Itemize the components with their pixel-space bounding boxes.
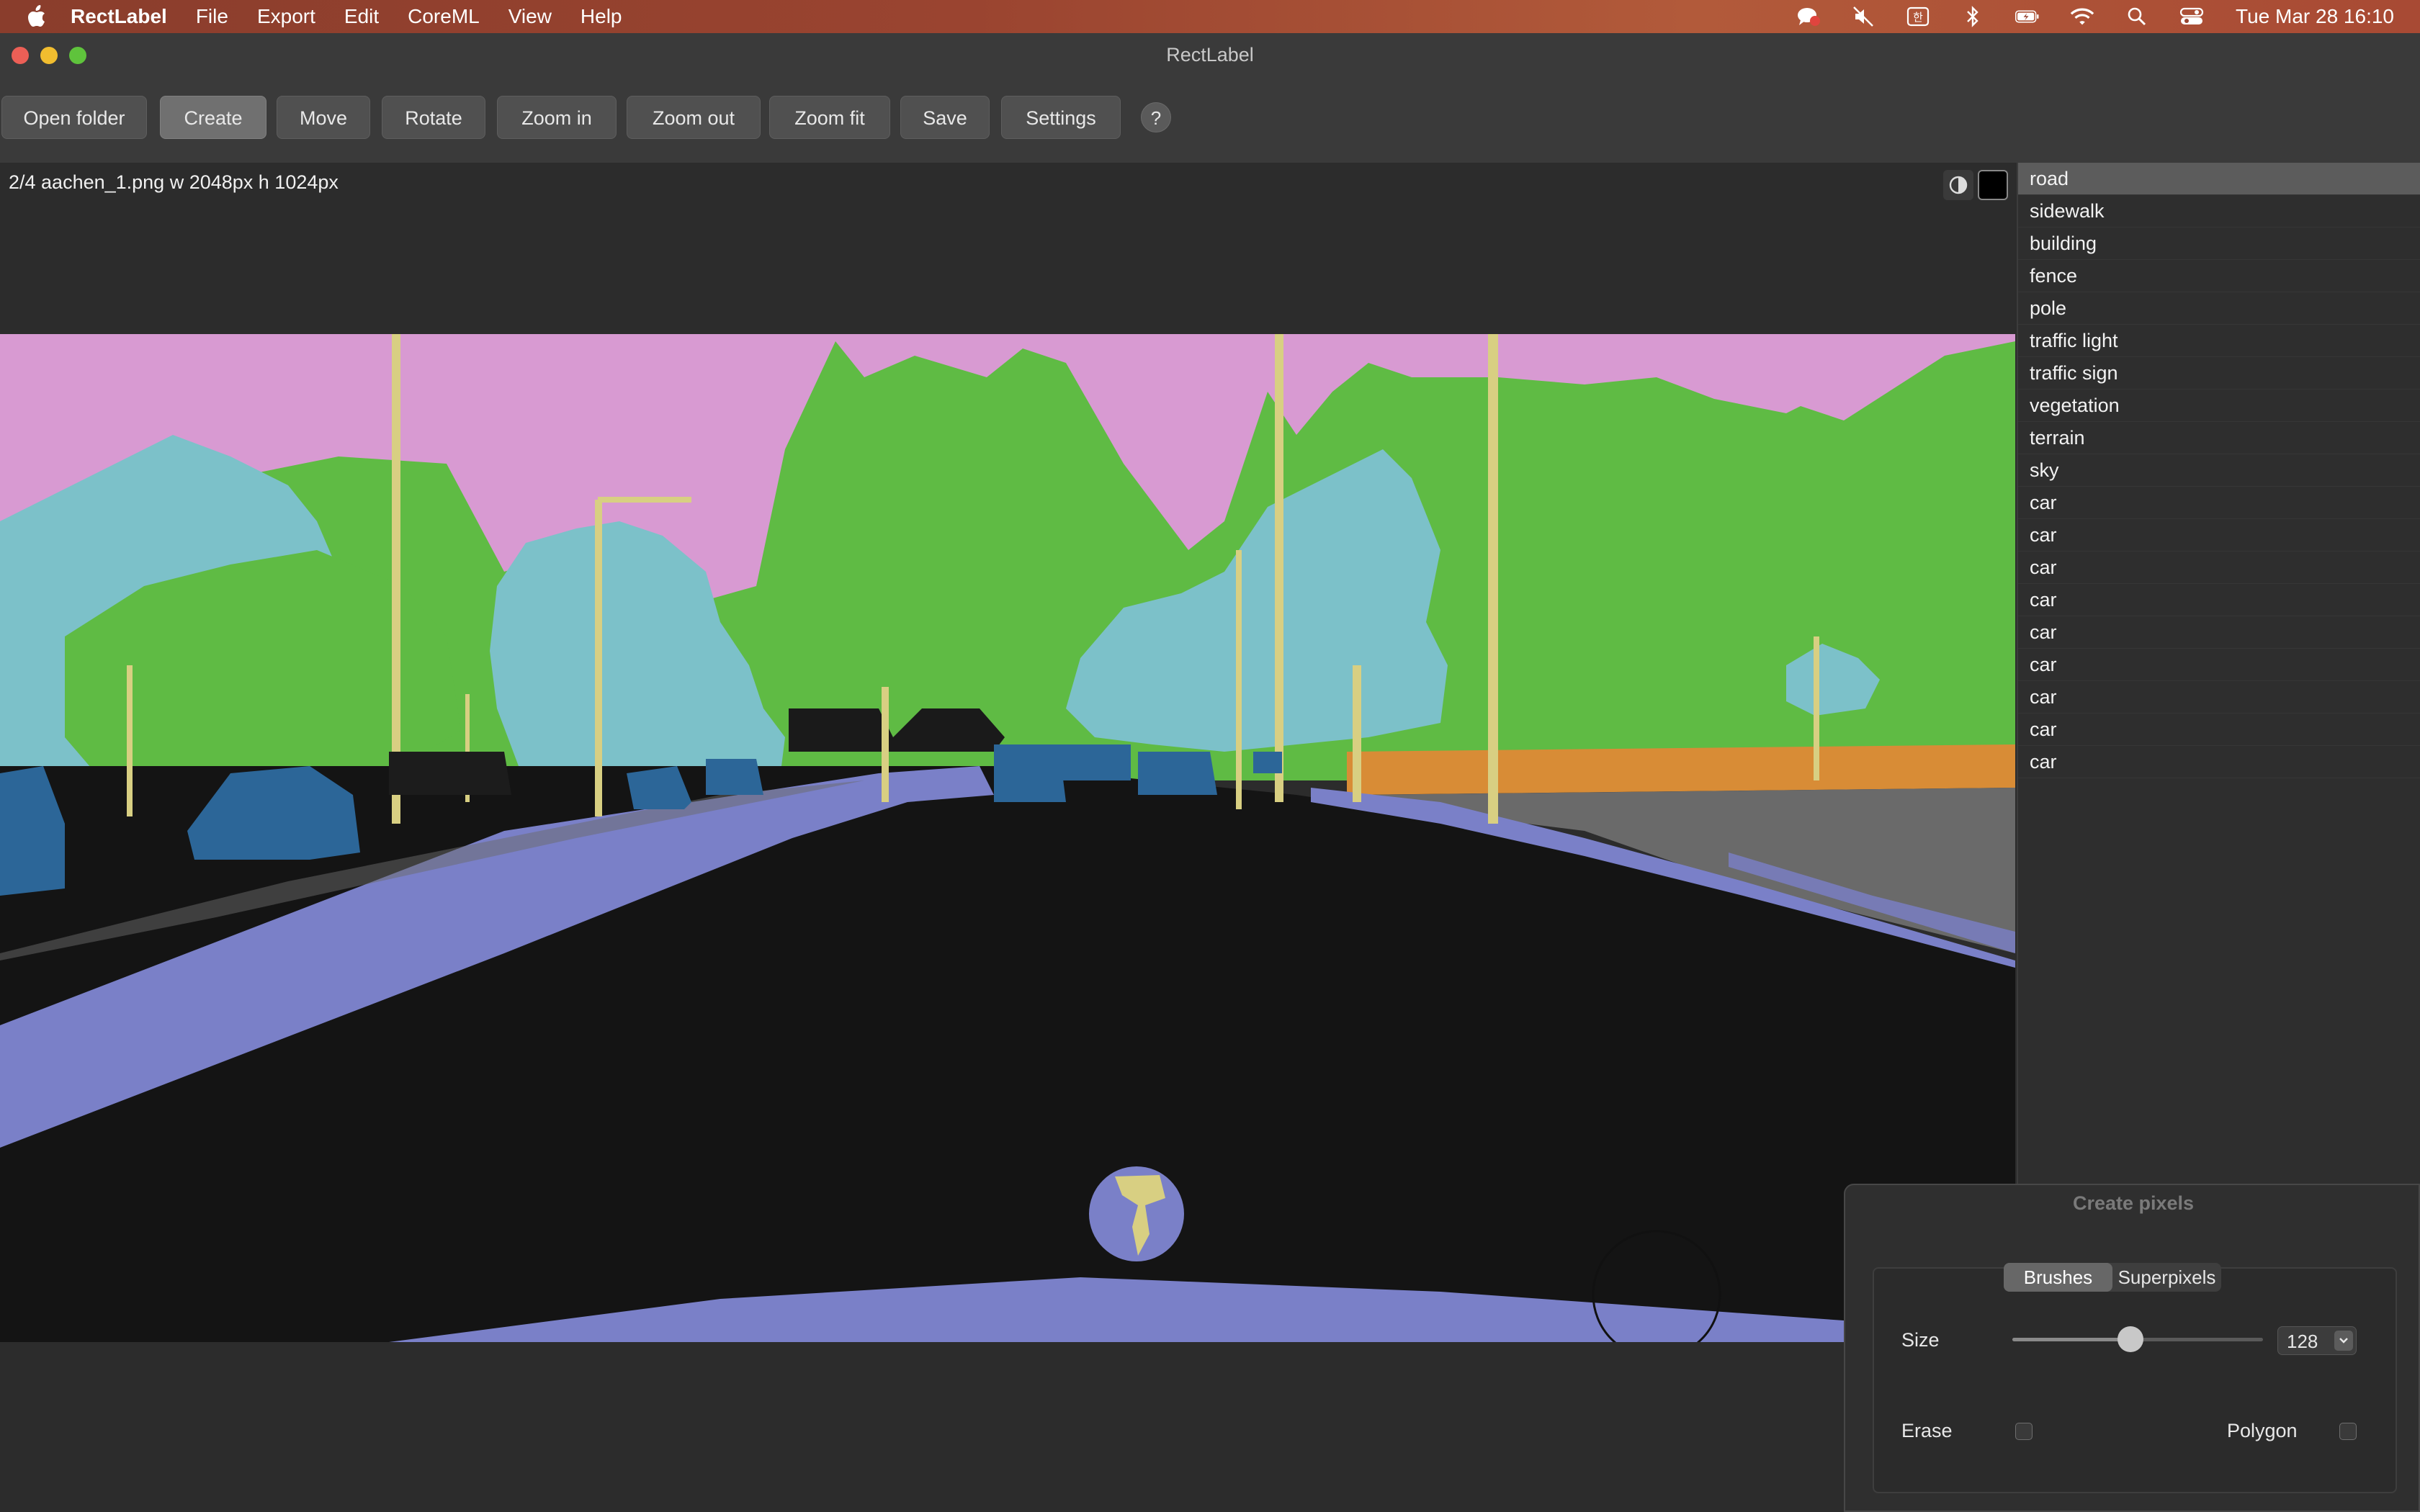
label-item[interactable]: sky [2018,454,2420,487]
input-source-icon[interactable]: 한 [1906,6,1930,27]
label-item[interactable]: car [2018,649,2420,681]
battery-icon[interactable] [2015,6,2040,27]
menu-coreml[interactable]: CoreML [408,5,480,28]
open-folder-button[interactable]: Open folder [1,96,147,139]
menu-edit[interactable]: Edit [344,5,379,28]
menu-app-name[interactable]: RectLabel [71,5,167,28]
mute-icon[interactable] [1851,6,1876,27]
control-center-icon[interactable] [2179,6,2204,27]
chevron-down-icon[interactable] [2334,1331,2353,1351]
menu-export[interactable]: Export [257,5,315,28]
label-item[interactable]: sidewalk [2018,195,2420,228]
svg-text:한: 한 [1913,11,1923,24]
tab-brushes[interactable]: Brushes [2004,1263,2112,1292]
label-item[interactable]: car [2018,519,2420,552]
window-titlebar: RectLabel [0,33,2420,76]
apple-icon[interactable] [26,5,46,28]
menu-help[interactable]: Help [581,5,622,28]
bluetooth-icon[interactable] [1960,6,1985,27]
brush-settings-box: Brushes Superpixels Size 128 Erase Polyg… [1873,1263,2397,1493]
label-item[interactable]: traffic light [2018,325,2420,357]
label-item[interactable]: car [2018,681,2420,714]
label-item[interactable]: terrain [2018,422,2420,454]
toolbar: Open folder Create Move Rotate Zoom in Z… [0,76,2420,163]
size-label: Size [1901,1329,1940,1351]
label-item[interactable]: car [2018,487,2420,519]
label-item[interactable]: car [2018,552,2420,584]
file-info: 2/4 aachen_1.png w 2048px h 1024px [9,171,339,193]
label-item[interactable]: car [2018,584,2420,616]
erase-checkbox[interactable] [2015,1423,2033,1440]
size-value: 128 [2287,1331,2318,1352]
erase-label: Erase [1901,1420,1953,1441]
tab-superpixels[interactable]: Superpixels [2112,1263,2221,1292]
window-zoom-button[interactable] [69,47,86,64]
brush-mode-segmented-control[interactable]: Brushes Superpixels [2004,1263,2221,1292]
create-button[interactable]: Create [160,96,266,139]
label-item[interactable]: car [2018,746,2420,778]
size-slider-fill [2012,1338,2130,1341]
help-button[interactable]: ? [1141,102,1171,132]
size-slider[interactable] [2012,1326,2263,1352]
rotate-button[interactable]: Rotate [382,96,485,139]
label-item[interactable]: building [2018,228,2420,260]
window-minimize-button[interactable] [40,47,58,64]
polygon-label: Polygon [2227,1420,2298,1441]
label-item[interactable]: traffic sign [2018,357,2420,390]
panel-title: Create pixels [2072,1192,2195,1214]
wifi-icon[interactable] [2070,6,2094,27]
messages-icon[interactable] [1796,6,1821,27]
move-button[interactable]: Move [277,96,370,139]
label-item[interactable]: car [2018,616,2420,649]
contrast-icon[interactable] [1943,170,1973,200]
window-title: RectLabel [1166,44,1254,66]
settings-button[interactable]: Settings [1001,96,1121,139]
create-pixels-panel: Create pixels Brushes Superpixels Size 1… [1844,1184,2420,1512]
label-item[interactable]: car [2018,714,2420,746]
menu-file[interactable]: File [196,5,228,28]
window-close-button[interactable] [12,47,29,64]
spotlight-icon[interactable] [2125,6,2149,27]
label-item[interactable]: fence [2018,260,2420,292]
polygon-checkbox[interactable] [2339,1423,2357,1440]
label-item[interactable]: road [2018,163,2420,195]
save-button[interactable]: Save [900,96,990,139]
image-canvas[interactable]: 2/4 aachen_1.png w 2048px h 1024px [0,163,2015,1512]
menu-view[interactable]: View [508,5,552,28]
label-item[interactable]: pole [2018,292,2420,325]
size-value-field[interactable]: 128 [2277,1326,2357,1355]
menubar-clock[interactable]: Tue Mar 28 16:10 [2236,5,2394,28]
zoom-out-button[interactable]: Zoom out [627,96,761,139]
zoom-in-button[interactable]: Zoom in [497,96,617,139]
zoom-fit-button[interactable]: Zoom fit [769,96,890,139]
size-slider-knob[interactable] [2117,1326,2143,1352]
menu-bar: RectLabel File Export Edit CoreML View H… [0,0,2420,33]
segmentation-image[interactable] [0,334,2015,1342]
label-item[interactable]: vegetation [2018,390,2420,422]
background-color-icon[interactable] [1978,170,2008,200]
